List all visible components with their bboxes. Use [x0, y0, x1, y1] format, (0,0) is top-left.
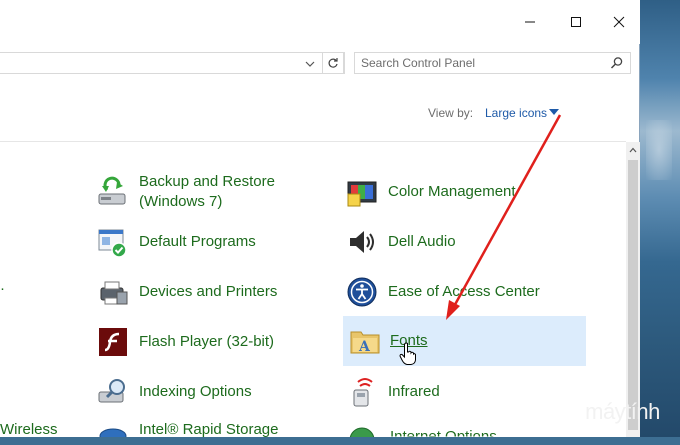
item-label: Intel® Rapid Storage [139, 421, 279, 437]
partial-item-fragment: · [0, 280, 5, 297]
item-label: Default Programs [139, 233, 256, 250]
refresh-button[interactable] [322, 52, 344, 74]
refresh-icon [328, 58, 338, 68]
globe-icon [349, 427, 375, 437]
item-label: Devices and Printers [139, 283, 278, 300]
item-infrared[interactable]: Infrared [346, 372, 576, 412]
item-label-line2: (Windows 7) [139, 193, 223, 210]
item-wireless-partial[interactable]: Wireless [0, 421, 58, 438]
control-panel-window: View by: Large icons · Wireless Backup a… [0, 0, 640, 438]
item-label: Color Management [388, 183, 516, 200]
item-label: Ease of Access Center [388, 283, 540, 300]
item-label: Flash Player (32-bit) [139, 333, 275, 350]
title-bar [0, 0, 640, 44]
item-flash-player[interactable]: Flash Player (32-bit) [97, 322, 327, 362]
ease-of-access-icon [347, 277, 377, 307]
item-backup-restore[interactable]: Backup and Restore (Windows 7) [97, 172, 327, 214]
view-by-dropdown[interactable]: Large icons [485, 106, 547, 120]
caret-down-icon[interactable] [549, 109, 559, 116]
search-icon[interactable] [610, 56, 624, 70]
infrared-icon [353, 378, 373, 407]
item-color-management[interactable]: Color Management [346, 172, 576, 212]
address-bar[interactable] [0, 52, 345, 74]
item-fonts[interactable]: A Fonts [343, 316, 586, 366]
color-management-icon [347, 181, 377, 207]
fonts-folder-icon: A [350, 331, 380, 355]
search-box[interactable] [354, 52, 631, 74]
scroll-thumb[interactable] [628, 160, 638, 430]
scroll-up-button[interactable] [626, 142, 640, 158]
item-intel-rapid-storage[interactable]: Intel® Rapid Storage [97, 420, 327, 437]
item-indexing-options[interactable]: Indexing Options [97, 372, 327, 412]
speaker-icon [350, 231, 374, 253]
default-programs-icon [98, 229, 127, 258]
maximize-button[interactable] [553, 10, 599, 34]
printer-icon [100, 281, 128, 305]
minimize-button[interactable] [507, 10, 553, 34]
item-label: Indexing Options [139, 383, 252, 400]
divider [0, 141, 626, 142]
chevron-up-icon [629, 147, 637, 153]
close-icon [613, 16, 625, 28]
item-label: Infrared [388, 383, 440, 400]
vertical-scrollbar[interactable] [626, 142, 640, 437]
maximize-icon [571, 17, 581, 27]
desktop-background [640, 0, 680, 437]
item-label: Backup and Restore [139, 173, 275, 190]
item-default-programs[interactable]: Default Programs [97, 222, 327, 262]
close-button[interactable] [599, 10, 639, 34]
flash-player-icon [99, 328, 127, 356]
hand-cursor-icon [399, 342, 416, 365]
item-label: Dell Audio [388, 233, 456, 250]
backup-restore-icon [98, 176, 126, 205]
indexing-options-icon [98, 379, 125, 403]
view-by-label: View by: [428, 106, 474, 120]
minimize-icon [525, 21, 535, 23]
watermark-logo: biếtmáytính [548, 399, 660, 425]
watermark-part2: máytính [585, 399, 660, 424]
search-input[interactable] [361, 55, 601, 71]
watermark-part1: biết [548, 399, 586, 424]
chevron-down-icon[interactable] [302, 56, 318, 72]
item-ease-of-access[interactable]: Ease of Access Center [346, 272, 576, 312]
intel-storage-icon [99, 428, 127, 437]
item-devices-printers[interactable]: Devices and Printers [97, 272, 327, 312]
svg-text:A: A [358, 339, 371, 355]
item-dell-audio[interactable]: Dell Audio [346, 222, 576, 262]
